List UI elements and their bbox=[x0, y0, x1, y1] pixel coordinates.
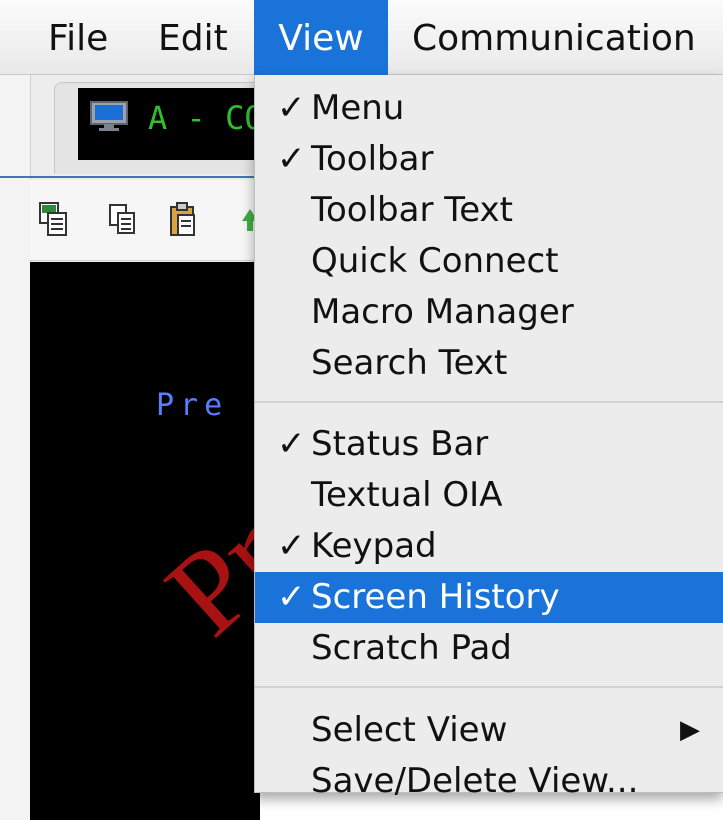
menu-view[interactable]: View bbox=[254, 0, 388, 75]
session-tab-label: A - CO bbox=[148, 99, 264, 137]
monitor-icon bbox=[90, 101, 128, 131]
menu-separator bbox=[255, 401, 723, 403]
tab-underline bbox=[0, 176, 260, 178]
view-menu-item-scratch-pad[interactable]: Scratch Pad bbox=[255, 623, 723, 674]
view-menu-item-toolbar[interactable]: ✓ Toolbar bbox=[255, 134, 723, 185]
view-menu-dropdown: ✓ Menu ✓ Toolbar Toolbar Text Quick Conn… bbox=[254, 75, 723, 801]
view-menu-item-textual-oia[interactable]: Textual OIA bbox=[255, 470, 723, 521]
check-icon: ✓ bbox=[277, 424, 306, 464]
check-icon: ✓ bbox=[277, 139, 306, 179]
menu-item-label: Status Bar bbox=[311, 424, 489, 464]
menu-edit[interactable]: Edit bbox=[158, 0, 228, 75]
menu-bar: File Edit View Communication bbox=[0, 0, 723, 75]
view-menu-item-macro-manager[interactable]: Macro Manager bbox=[255, 287, 723, 338]
menu-file[interactable]: File bbox=[48, 0, 108, 75]
terminal-text: Pre bbox=[156, 388, 229, 423]
view-menu-item-status-bar[interactable]: ✓ Status Bar bbox=[255, 419, 723, 470]
view-menu-item-toolbar-text[interactable]: Toolbar Text bbox=[255, 185, 723, 236]
check-icon: ✓ bbox=[277, 526, 306, 566]
menu-communication[interactable]: Communication bbox=[412, 0, 696, 75]
menu-item-label: Toolbar Text bbox=[311, 190, 514, 230]
menu-item-label: Macro Manager bbox=[311, 292, 574, 332]
menu-item-label: Search Text bbox=[311, 343, 508, 383]
menu-separator bbox=[255, 686, 723, 688]
menu-item-label: Save/Delete View... bbox=[311, 761, 639, 801]
menu-item-label: Scratch Pad bbox=[311, 628, 512, 668]
app-window: File Edit View Communication A - CO Pre … bbox=[0, 0, 723, 820]
view-menu-item-screen-history[interactable]: ✓ Screen History bbox=[255, 572, 723, 623]
menu-item-label: Select View bbox=[311, 710, 508, 750]
view-menu-item-quick-connect[interactable]: Quick Connect bbox=[255, 236, 723, 287]
menu-item-label: Textual OIA bbox=[311, 475, 503, 515]
check-icon: ✓ bbox=[277, 577, 306, 617]
menu-item-label: Quick Connect bbox=[311, 241, 559, 281]
menu-item-label: Screen History bbox=[311, 577, 560, 617]
menu-item-label: Menu bbox=[311, 88, 405, 128]
view-menu-item-keypad[interactable]: ✓ Keypad bbox=[255, 521, 723, 572]
view-menu-item-select-view[interactable]: Select View ▶ bbox=[255, 705, 723, 756]
menu-item-label: Keypad bbox=[311, 526, 437, 566]
view-menu-item-menu[interactable]: ✓ Menu bbox=[255, 83, 723, 134]
check-icon: ✓ bbox=[277, 88, 306, 128]
side-panel bbox=[0, 75, 31, 820]
copy-icon[interactable] bbox=[108, 201, 138, 237]
paste-icon[interactable] bbox=[168, 201, 198, 237]
submenu-arrow-icon: ▶ bbox=[680, 715, 700, 745]
view-menu-item-save-delete-view[interactable]: Save/Delete View... bbox=[255, 756, 723, 807]
view-menu-item-search-text[interactable]: Search Text bbox=[255, 338, 723, 389]
copy-screen-icon[interactable] bbox=[38, 201, 68, 237]
menu-item-label: Toolbar bbox=[311, 139, 434, 179]
